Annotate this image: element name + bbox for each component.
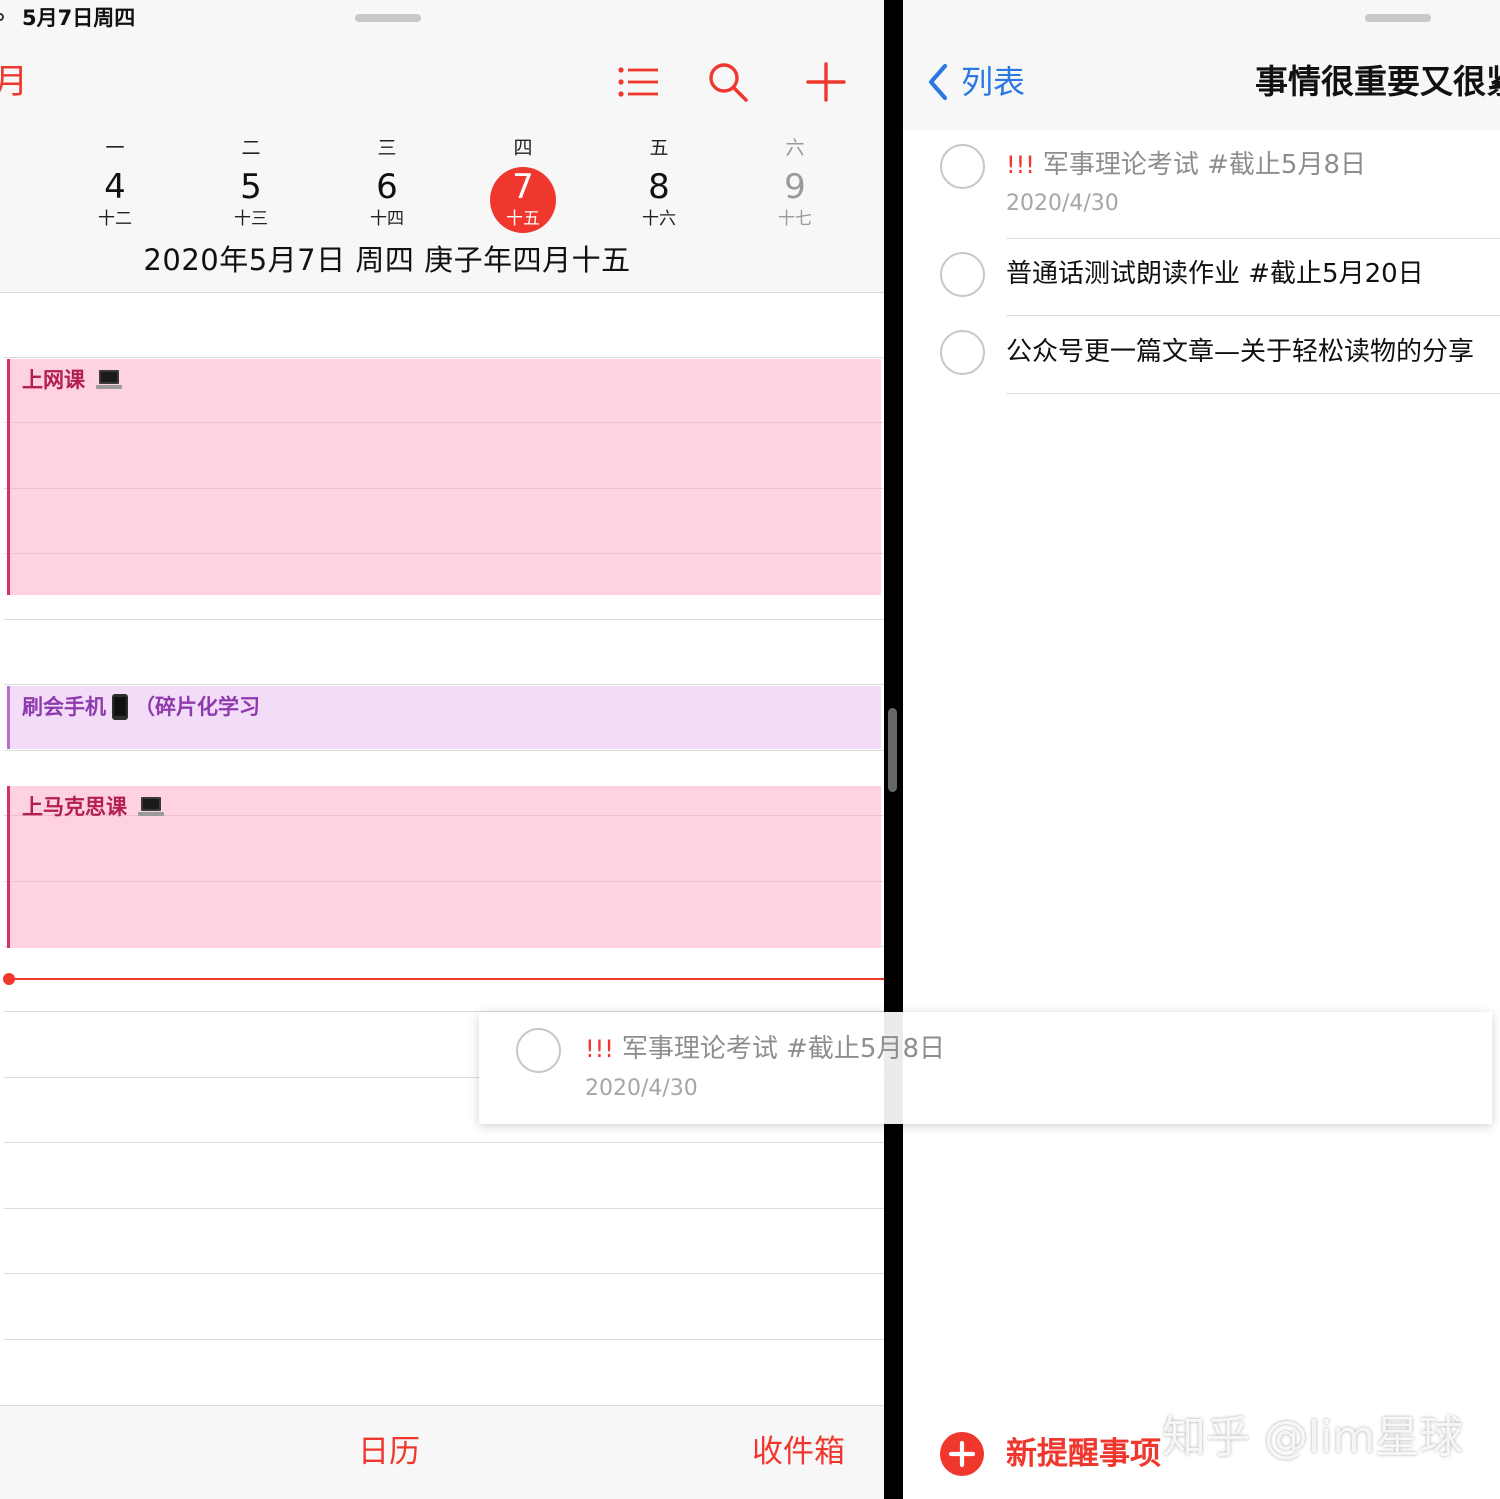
list-title: 事情很重要又很紧 [1255,62,1500,101]
reminders-pane: 列表 事情很重要又很紧 !!! 军事理论考试 #截止5月8日 2020/4/30 … [903,0,1500,1499]
status-indicator-icon [0,13,4,21]
day-number[interactable]: 8 [629,166,689,208]
reminder-title-text: 军事理论考试 #截止5月8日 [1042,150,1367,180]
back-to-lists-button[interactable]: 列表 [961,62,1025,102]
row-separator [1006,315,1500,316]
back-month-button[interactable]: 月 [0,62,28,102]
tab-inbox[interactable]: 收件箱 [752,1432,845,1472]
calendar-header: 5月7日周四 月 一 4 十二 二 5 十三 三 6 十四 四 7 十五 五 8… [0,0,884,293]
reminder-title[interactable]: !!! 军事理论考试 #截止5月8日 [1006,148,1366,182]
plus-glyph-icon [948,1440,976,1468]
event-title-text: 刷会手机 [22,695,106,719]
hour-line [10,488,881,489]
hour-line [4,619,884,620]
dragged-reminder-card[interactable]: !!! 军事理论考试 #截止5月8日 2020/4/30 [479,1012,1492,1124]
lunar-date: 十三 [234,209,268,229]
row-separator [1006,393,1500,394]
event-title-text: 上马克思课 [22,795,127,819]
window-grabber[interactable] [1365,14,1431,22]
weekday-label: 六 [785,137,805,159]
lunar-date: 十七 [778,209,812,229]
reminder-title: !!! 军事理论考试 #截止5月8日 [585,1032,945,1066]
new-reminder-button[interactable]: 新提醒事项 [1006,1434,1161,1474]
lunar-date: 十四 [370,209,404,229]
weekday-label: 四 [513,137,533,159]
event-title-text: 上网课 [22,368,85,392]
watermark: 知乎 @lim星球 [1162,1412,1464,1463]
hour-line [4,1142,884,1143]
priority-marker: !!! [585,1035,614,1063]
reminder-checkbox[interactable] [516,1028,561,1073]
plus-circle-icon[interactable] [940,1432,984,1476]
calendar-tab-bar: 日历 收件箱 [0,1405,884,1499]
day-number-today[interactable]: 7 [493,166,553,208]
event-online-class[interactable]: 上网课 [7,359,881,595]
event-title: 刷会手机 （碎片化学习 [22,694,260,720]
hour-line [10,422,881,423]
hour-line [4,750,884,751]
event-title: 上网课 [22,367,123,393]
reminder-title-text: 军事理论考试 #截止5月8日 [621,1034,946,1064]
event-title: 上马克思课 [22,794,165,820]
split-view-handle[interactable] [888,708,897,792]
window-grabber[interactable] [355,14,421,22]
day-number[interactable]: 6 [357,166,417,208]
calendar-pane: 5月7日周四 月 一 4 十二 二 5 十三 三 6 十四 四 7 十五 五 8… [0,0,884,1499]
hour-line [10,553,881,554]
status-date: 5月7日周四 [22,6,136,30]
priority-marker: !!! [1006,151,1035,179]
reminder-checkbox[interactable] [940,252,985,297]
row-separator [1006,238,1500,239]
reminders-header: 列表 事情很重要又很紧 [903,0,1500,130]
lunar-date: 十六 [642,209,676,229]
reminder-checkbox[interactable] [940,144,985,189]
reminder-title[interactable]: 公众号更一篇文章—关于轻松读物的分享 [1006,335,1474,369]
lunar-date: 十二 [98,209,132,229]
reminder-title[interactable]: 普通话测试朗读作业 #截止5月20日 [1006,257,1424,291]
hour-line [4,1273,884,1274]
weekday-label: 二 [241,137,261,159]
hour-line [10,881,881,882]
event-phone-learning[interactable]: 刷会手机 （碎片化学习 [7,686,881,749]
current-time-line [10,978,884,980]
day-number[interactable]: 9 [765,166,825,208]
weekday-label: 三 [377,137,397,159]
day-number[interactable]: 5 [221,166,281,208]
reminder-date: 2020/4/30 [585,1076,698,1101]
weekday-label: 一 [105,137,125,159]
hour-line [4,357,884,358]
weekday-label: 五 [649,137,669,159]
hour-line [4,1339,884,1340]
list-icon[interactable] [616,60,660,104]
hour-line [4,684,884,685]
day-number[interactable]: 4 [85,166,145,208]
phone-icon [112,694,128,720]
reminder-date: 2020/4/30 [1006,191,1119,216]
add-icon[interactable] [804,60,848,104]
hour-line [4,1208,884,1209]
event-title-suffix: （碎片化学习 [134,695,260,719]
laptop-icon [138,797,165,816]
event-marxism-class[interactable]: 上马克思课 [7,786,881,948]
reminder-checkbox[interactable] [940,330,985,375]
lunar-date-today: 十五 [506,209,540,229]
laptop-icon [96,370,123,389]
search-icon[interactable] [706,60,750,104]
chevron-left-icon[interactable] [925,60,951,104]
tab-calendar[interactable]: 日历 [358,1432,420,1472]
selected-full-date: 2020年5月7日 周四 庚子年四月十五 [143,243,631,277]
